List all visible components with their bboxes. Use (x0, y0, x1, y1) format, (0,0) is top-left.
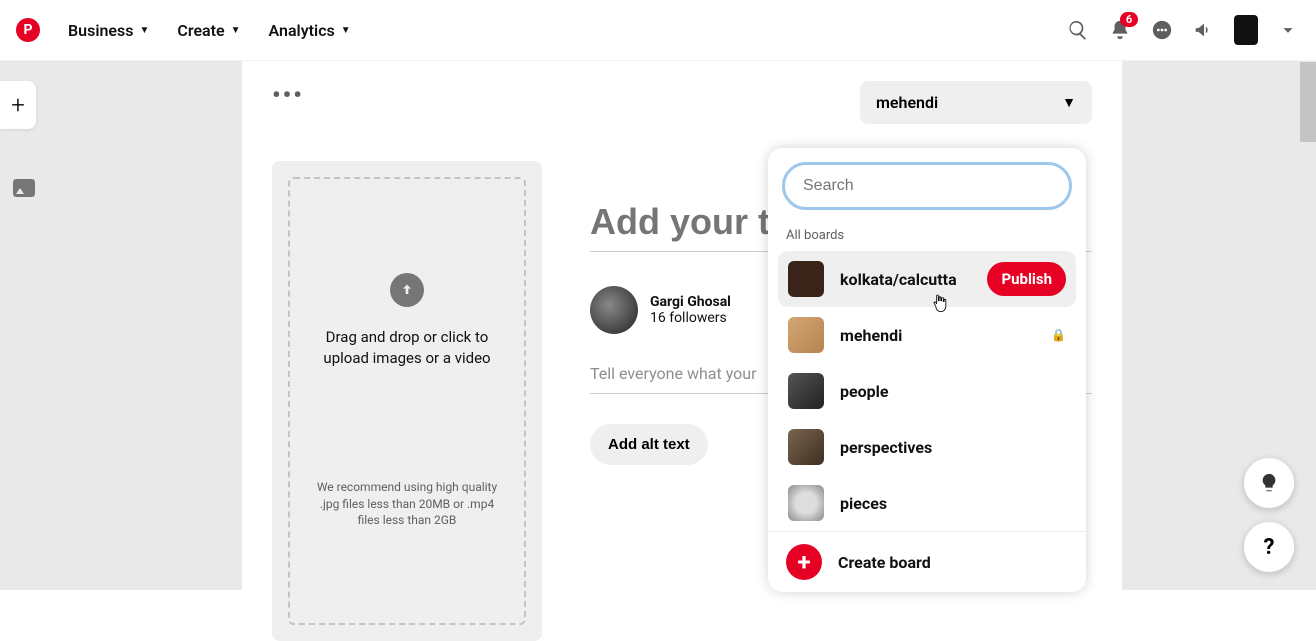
board-item-mehendi[interactable]: mehendi 🔒 (778, 307, 1076, 363)
nav-business[interactable]: Business ▼ (54, 21, 163, 40)
selected-board-label: mehendi (876, 93, 938, 112)
megaphone-icon[interactable] (1192, 18, 1216, 42)
board-select-trigger[interactable]: mehendi ▼ (860, 81, 1092, 124)
board-item-pieces[interactable]: pieces (778, 475, 1076, 531)
board-item-perspectives[interactable]: perspectives (778, 419, 1076, 475)
chevron-down-icon: ▼ (1062, 94, 1076, 111)
profile-followers: 16 followers (650, 310, 731, 326)
avatar (590, 286, 638, 334)
avatar[interactable] (1234, 15, 1258, 45)
scrollbar[interactable] (1300, 62, 1316, 142)
board-thumbnail (788, 485, 824, 521)
hint-button[interactable] (1244, 458, 1294, 508)
board-thumbnail (788, 373, 824, 409)
board-section-label: All boards (768, 224, 1086, 251)
board-item-people[interactable]: people (778, 363, 1076, 419)
lock-icon: 🔒 (1051, 328, 1066, 342)
board-name: perspectives (840, 438, 1066, 457)
notification-badge: 6 (1120, 12, 1138, 27)
chevron-down-icon: ▼ (341, 25, 351, 36)
nav-analytics[interactable]: Analytics ▼ (255, 21, 365, 40)
nav-label: Business (68, 21, 133, 40)
nav-label: Create (177, 21, 224, 40)
bell-icon[interactable]: 6 (1108, 18, 1132, 42)
left-sidebar: + (0, 61, 48, 590)
nav-create[interactable]: Create ▼ (163, 21, 254, 40)
board-item-kolkata[interactable]: kolkata/calcutta Publish (778, 251, 1076, 307)
board-list: kolkata/calcutta Publish mehendi 🔒 peopl… (768, 251, 1086, 531)
upload-zone[interactable]: Drag and drop or click to upload images … (272, 161, 542, 641)
board-thumbnail (788, 429, 824, 465)
messages-icon[interactable] (1150, 18, 1174, 42)
chevron-down-icon: ▼ (139, 25, 149, 36)
board-name: people (840, 382, 1066, 401)
chevron-down-icon[interactable] (1276, 18, 1300, 42)
publish-button[interactable]: Publish (987, 262, 1066, 296)
board-name: kolkata/calcutta (840, 270, 971, 289)
create-board-button[interactable]: + Create board (768, 531, 1086, 592)
add-alt-text-button[interactable]: Add alt text (590, 424, 708, 465)
main-area: + ••• mehendi ▼ Drag and drop or click t… (0, 61, 1316, 590)
help-button-group: ? (1244, 458, 1294, 572)
more-options-icon[interactable]: ••• (272, 81, 304, 109)
help-button[interactable]: ? (1244, 522, 1294, 572)
profile-name: Gargi Ghosal (650, 294, 731, 310)
board-name: mehendi (840, 326, 1035, 345)
plus-icon: + (786, 544, 822, 580)
header-icon-group: 6 (1066, 15, 1300, 45)
chevron-down-icon: ▼ (231, 25, 241, 36)
nav-label: Analytics (269, 21, 335, 40)
board-dropdown: All boards kolkata/calcutta Publish mehe… (768, 148, 1086, 592)
pinterest-logo[interactable] (16, 18, 40, 42)
add-button[interactable]: + (0, 81, 36, 129)
board-search-input[interactable] (782, 162, 1072, 210)
upload-hint-text: We recommend using high quality .jpg fil… (310, 479, 504, 529)
create-board-label: Create board (838, 553, 1068, 572)
board-thumbnail (788, 261, 824, 297)
image-icon[interactable] (13, 179, 35, 197)
content-area: ••• mehendi ▼ Drag and drop or click to … (48, 61, 1316, 590)
search-icon[interactable] (1066, 18, 1090, 42)
upload-main-text: Drag and drop or click to upload images … (310, 327, 504, 369)
upload-arrow-icon (390, 273, 424, 307)
board-thumbnail (788, 317, 824, 353)
top-header: Business ▼ Create ▼ Analytics ▼ 6 (0, 0, 1316, 61)
board-name: pieces (840, 494, 1066, 513)
